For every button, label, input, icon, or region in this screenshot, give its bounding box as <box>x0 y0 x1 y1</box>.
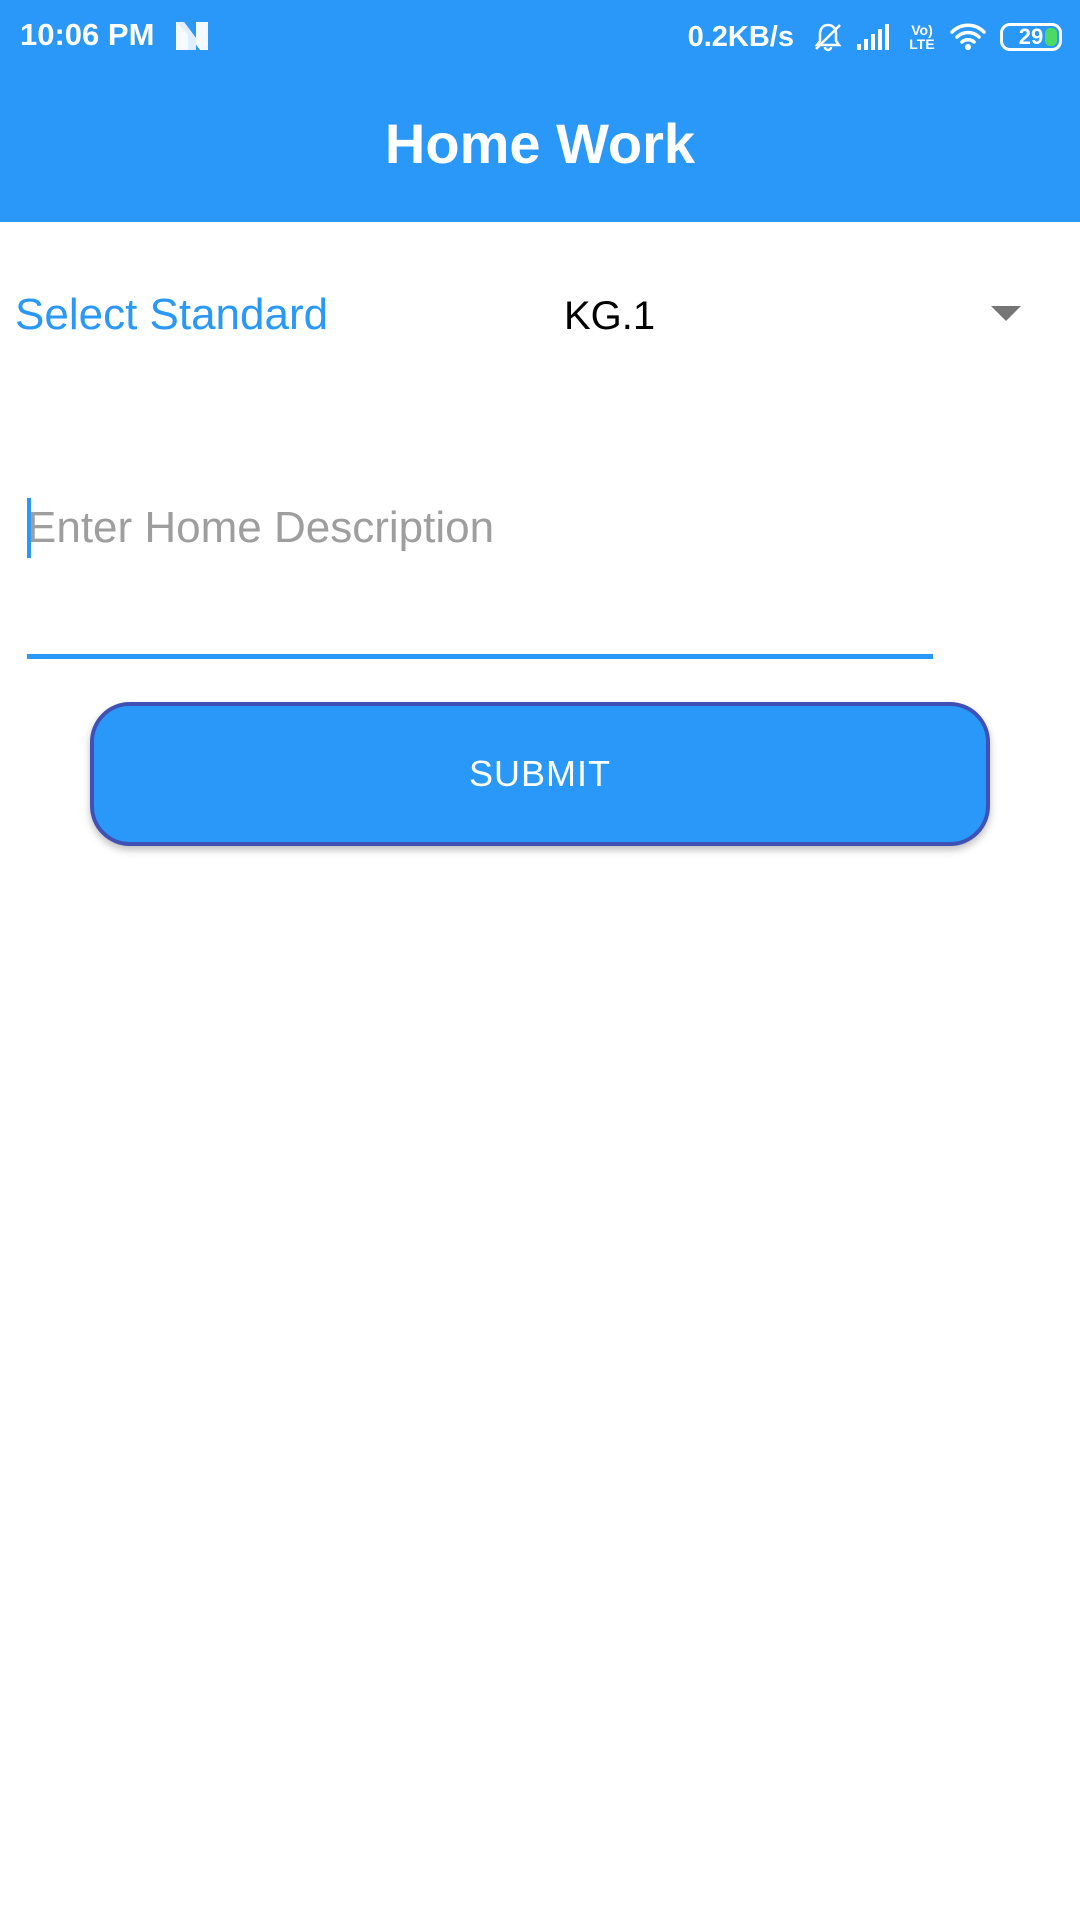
home-work-screen: 10:06 PM 0.2KB/s Vo) LTE 29 Home Work Se… <box>0 0 1080 1920</box>
text-cursor <box>27 498 31 558</box>
wifi-icon <box>950 23 986 50</box>
network-speed: 0.2KB/s <box>687 21 794 53</box>
volte-label-bottom: LTE <box>909 36 935 52</box>
signal-bars-icon <box>857 24 889 50</box>
battery-level: 29 <box>1018 24 1044 49</box>
home-description-field <box>27 488 933 660</box>
standard-selected-value: KG.1 <box>564 294 656 338</box>
standard-spinner[interactable]: KG.1 <box>540 276 1040 356</box>
n-notification-icon <box>176 22 208 50</box>
battery-icon: 29 <box>1000 23 1062 51</box>
select-standard-label: Select Standard <box>15 290 329 339</box>
page-title: Home Work <box>384 112 696 175</box>
input-underline <box>27 654 933 659</box>
home-description-input[interactable] <box>27 488 933 568</box>
status-bar: 10:06 PM 0.2KB/s Vo) LTE 29 <box>0 0 1080 72</box>
app-header: 10:06 PM 0.2KB/s Vo) LTE 29 Home Work <box>0 0 1080 222</box>
submit-button[interactable]: SUBMIT <box>90 702 990 846</box>
bell-off-icon <box>814 23 842 52</box>
volte-icon: Vo) LTE <box>906 23 938 51</box>
status-icons: 0.2KB/s Vo) LTE 29 <box>688 17 1062 57</box>
dropdown-arrow-icon <box>991 306 1021 321</box>
status-time: 10:06 PM <box>20 17 155 52</box>
